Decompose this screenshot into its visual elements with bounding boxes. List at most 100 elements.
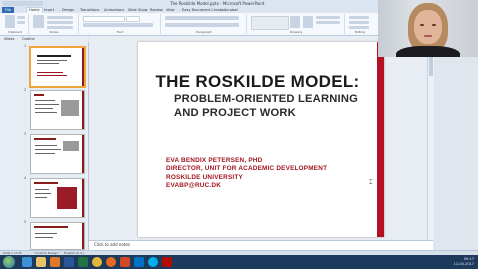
drawing-group: Drawing [248,14,345,34]
shapes-gallery[interactable] [251,16,289,30]
author-role: DIRECTOR, UNIT FOR ACADEMIC DEVELOPMENT [166,165,328,173]
arrange-icon[interactable] [290,16,300,28]
thumbnail-text-mark [35,237,53,238]
thumbnail-image [61,100,79,116]
slide-thumbnail-3[interactable] [30,134,85,174]
section-button[interactable] [47,26,73,29]
slide-thumbnail-4[interactable] [30,178,85,218]
thumbnail-text-mark [35,233,57,234]
slide-thumbnail-5[interactable] [30,222,85,250]
reset-button[interactable] [47,21,73,24]
mouse-cursor-icon: ⌶ [369,179,373,186]
new-slide-icon[interactable] [33,15,44,28]
word-icon[interactable] [64,257,74,267]
font-name-select[interactable] [83,16,125,22]
chrome-icon[interactable] [92,257,102,267]
paragraph-group-label: Paragraph [196,30,212,34]
find-button[interactable] [349,16,369,19]
vertical-scrollbar[interactable] [427,36,434,240]
excel-icon[interactable] [78,257,88,267]
thumbnail-title-mark [34,182,58,184]
start-button-icon[interactable] [3,256,15,268]
window-title: The Roskilde Model.pptx - Microsoft Powe… [170,1,265,6]
thumbnail-title-mark [34,94,44,96]
thumbnail-author-mark [37,72,63,73]
thumbnail-text-mark [35,104,59,105]
quick-access-toolbar[interactable] [3,1,43,6]
quick-styles-icon[interactable] [303,16,313,28]
author-name: EVA BENDIX PETERSEN, PHD [166,157,263,164]
presenter-face [414,10,442,44]
thumbnail-number: 3 [24,132,27,136]
font-size-select[interactable] [126,16,140,22]
thumbnail-image [63,141,79,151]
paragraph-group: Paragraph [162,14,247,34]
select-button[interactable] [349,26,369,29]
thumbnail-text-mark [35,189,49,190]
slide-thumbnail-1[interactable] [29,46,86,88]
media-icon[interactable] [50,257,60,267]
editing-group: Editing [346,14,374,34]
outlook-icon[interactable] [134,257,144,267]
powerpoint-icon[interactable] [120,257,130,267]
notes-placeholder: Click to add notes [94,242,130,247]
thumbnail-red-bar [82,179,84,217]
cut-icon[interactable] [17,16,25,19]
thumbnail-number: 5 [24,220,27,224]
slide-subtitle[interactable]: PROBLEM-ORIENTED LEARNING AND PROJECT WO… [174,92,374,120]
slide-thumbnails-pane[interactable]: 1 2 3 4 5 [0,42,89,250]
ie-icon[interactable] [22,257,32,267]
thumbnail-red-bar [82,223,84,249]
slide-author-block[interactable]: EVA BENDIX PETERSEN, PHD DIRECTOR, UNIT … [166,157,371,191]
presenter-eye [432,24,436,26]
current-slide[interactable]: THE ROSKILDE MODEL: PROBLEM-ORIENTED LEA… [138,42,384,237]
slide-title[interactable]: THE ROSKILDE MODEL: [138,72,377,92]
thumbnail-red-bar [82,135,84,173]
align-buttons[interactable] [165,23,239,27]
thumbnail-number: 1 [24,44,27,48]
slide-red-bar [377,42,384,237]
thumbnail-red-bar [82,48,84,86]
replace-button[interactable] [349,21,369,24]
paste-icon[interactable] [5,15,15,28]
thumbnail-title-mark [34,138,56,140]
font-format-buttons[interactable] [83,23,153,27]
thumbnail-text-mark [35,197,47,198]
presenter-mouth [424,35,432,37]
thumbnail-title-mark [37,55,71,57]
thumbnail-number: 2 [24,88,27,92]
list-buttons[interactable] [165,16,239,20]
thumbnail-number: 4 [24,176,27,180]
thumbnail-author-mark [37,75,67,76]
clock-date: 11-04-2017 [453,262,474,266]
font-group: Font [80,14,161,34]
clock-time: 09:17 [463,257,474,261]
editing-group-label: Editing [354,30,366,34]
thumbnail-text-mark [35,149,61,150]
copy-icon[interactable] [17,21,25,24]
author-institution: ROSKILDE UNIVERSITY [166,173,243,181]
skype-icon[interactable] [148,257,158,267]
font-group-label: Font [116,30,124,34]
thumbnail-text-mark [35,100,55,101]
webcam-video-overlay [378,0,478,57]
shape-outline-button[interactable] [316,21,340,24]
thumbnail-subtitle-mark [37,63,59,64]
slides-group: Slides [30,14,79,34]
explorer-icon[interactable] [36,257,46,267]
slides-group-label: Slides [49,30,59,34]
firefox-icon[interactable] [106,257,116,267]
thumbnail-title-mark [34,226,68,228]
slide-thumbnail-2[interactable] [30,90,85,130]
thumbnail-text-mark [35,193,51,194]
thumbnail-image [57,187,77,209]
clipboard-group-label: Clipboard [7,30,23,34]
system-tray[interactable]: 09:17 11-04-2017 [398,255,478,269]
author-email: EVABP@RUC.DK [166,182,222,190]
presenter-shirt [396,46,460,57]
layout-button[interactable] [47,16,73,19]
windows-taskbar: 09:17 11-04-2017 [0,255,478,269]
thumbnail-red-bar [82,91,84,129]
acrobat-icon[interactable] [162,257,172,267]
shape-fill-button[interactable] [316,16,340,19]
